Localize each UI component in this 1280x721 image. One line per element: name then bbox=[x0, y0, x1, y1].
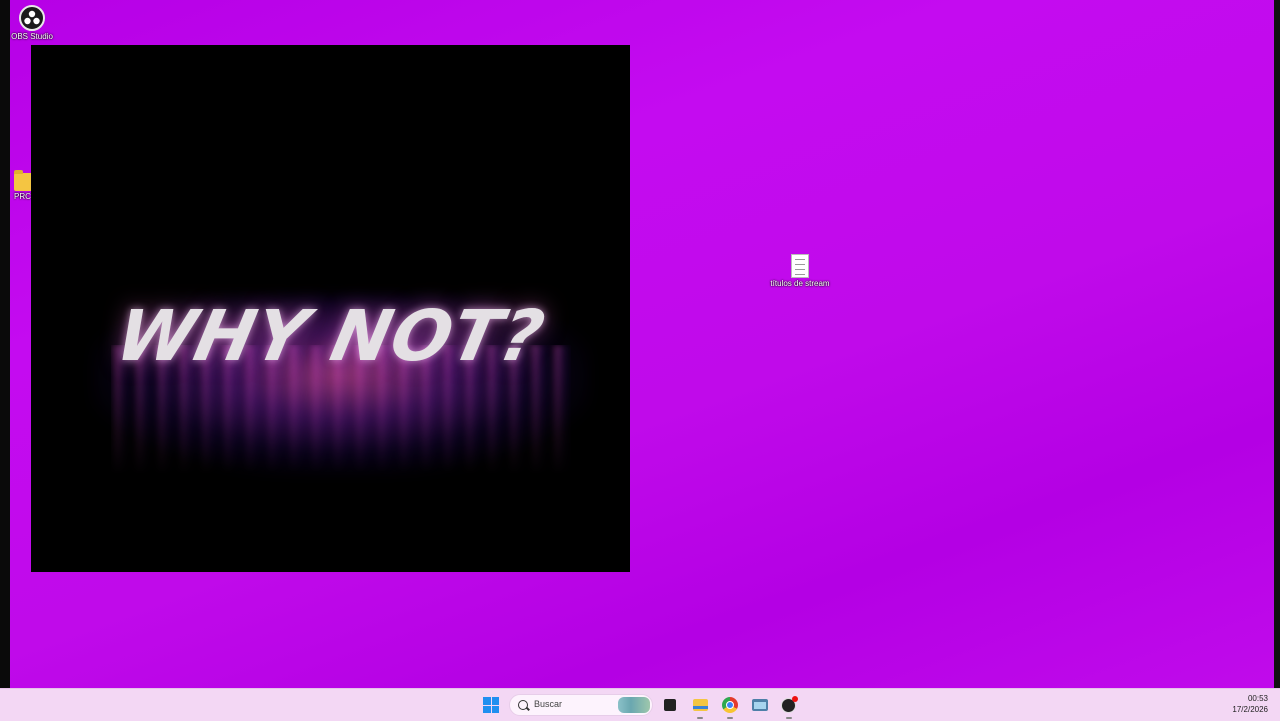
taskbar-clock[interactable]: 00:53 17/2/2026 bbox=[1232, 693, 1268, 715]
start-icon[interactable] bbox=[483, 697, 499, 713]
video-preview-window[interactable]: WHY NOT? bbox=[31, 45, 630, 572]
screen-edge-left bbox=[0, 0, 10, 688]
video-title-text: WHY NOT? bbox=[109, 295, 552, 377]
desktop-icon-obs-studio[interactable]: OBS Studio bbox=[10, 5, 54, 41]
desktop-icon-label: OBS Studio bbox=[11, 32, 53, 41]
search-icon bbox=[518, 700, 528, 710]
obs-studio-taskbar-icon[interactable] bbox=[779, 695, 799, 719]
recording-indicator-icon bbox=[792, 696, 798, 702]
search-placeholder: Buscar bbox=[534, 699, 563, 709]
screen-edge-right bbox=[1274, 0, 1280, 688]
window-app-icon[interactable] bbox=[750, 695, 770, 715]
file-explorer-icon[interactable] bbox=[690, 695, 710, 719]
chrome-icon[interactable] bbox=[720, 695, 740, 719]
desktop-icon-label: PRC bbox=[14, 192, 31, 201]
taskbar-search[interactable]: Buscar bbox=[509, 694, 653, 716]
task-view-icon[interactable] bbox=[660, 695, 680, 715]
clock-date: 17/2/2026 bbox=[1232, 705, 1268, 714]
taskbar: Buscar 00:53 17/2/2026 bbox=[0, 688, 1280, 721]
desktop-icon-text-file[interactable]: títulos de stream bbox=[766, 254, 834, 288]
clock-time: 00:53 bbox=[1247, 694, 1268, 703]
text-document-icon bbox=[791, 254, 809, 278]
desktop-icon-label: títulos de stream bbox=[770, 279, 830, 288]
obs-studio-icon bbox=[19, 5, 45, 31]
search-highlight-image bbox=[618, 697, 650, 713]
